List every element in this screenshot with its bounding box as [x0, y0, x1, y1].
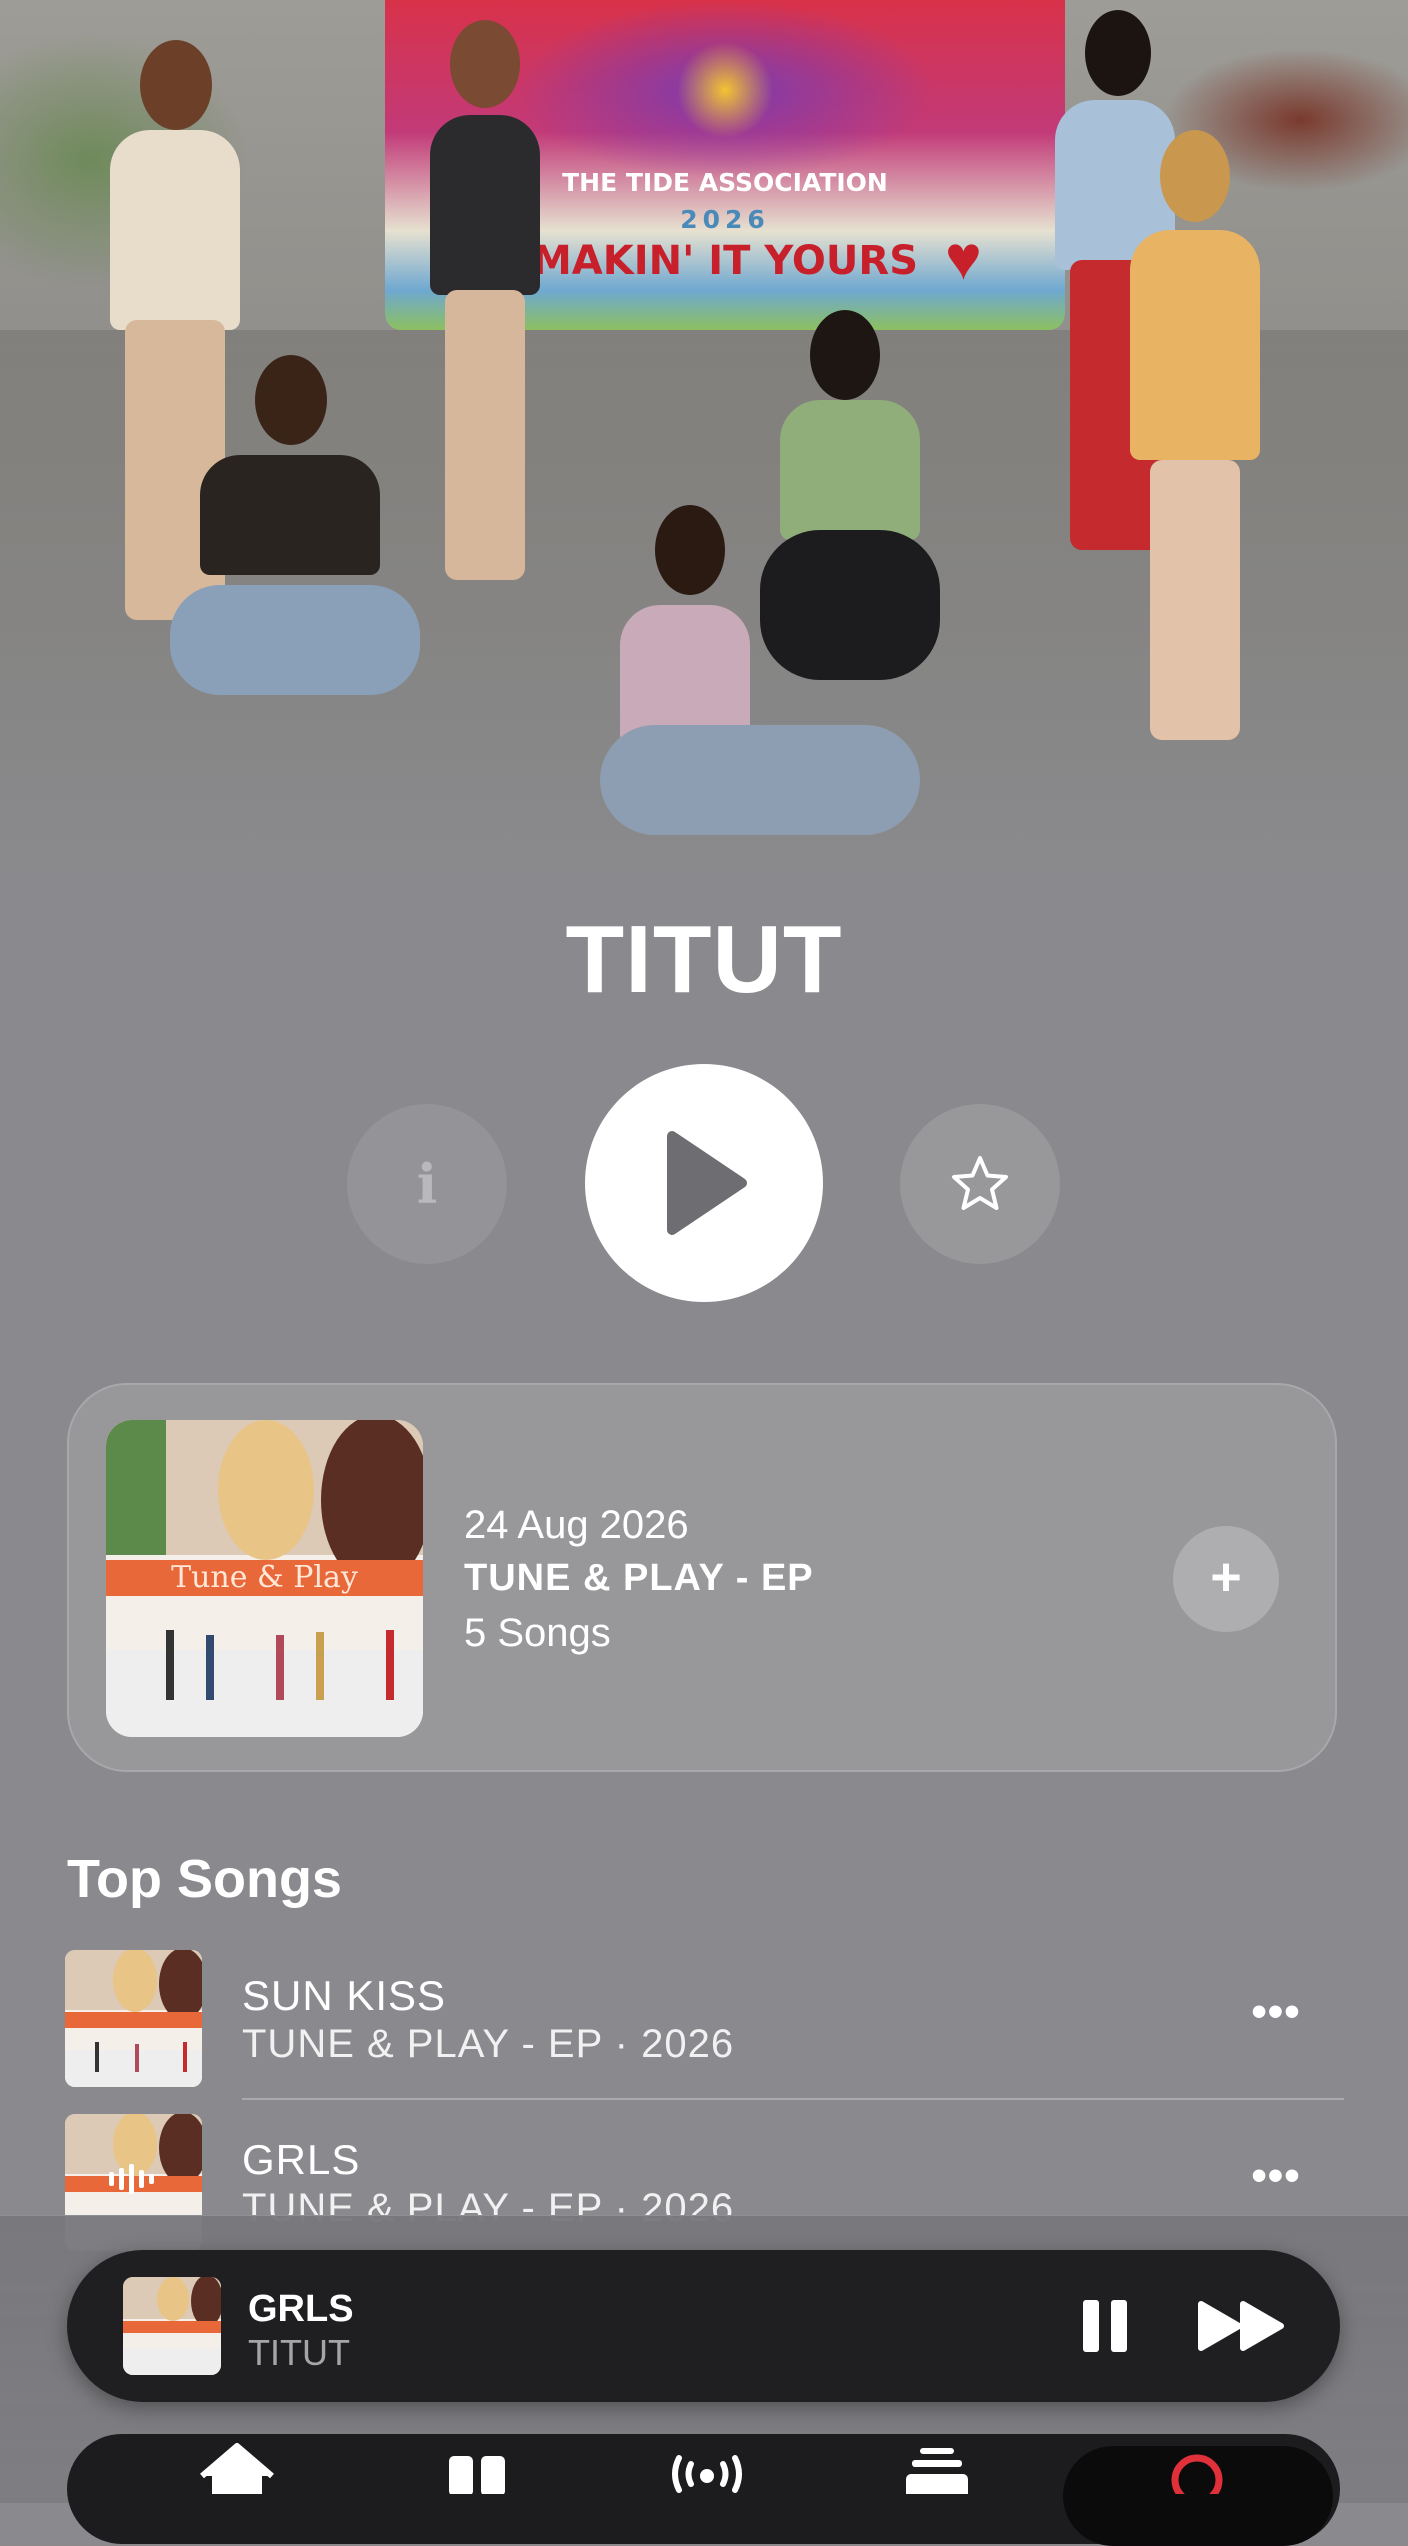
- hero-member-7: [1100, 130, 1280, 750]
- tab-new[interactable]: [397, 2434, 557, 2544]
- radio-icon: [672, 2455, 742, 2493]
- release-title: TUNE & PLAY - EP: [464, 1557, 814, 1599]
- plus-icon: +: [1210, 1547, 1242, 1607]
- fast-forward-icon: [1198, 2301, 1284, 2351]
- tab-home[interactable]: [157, 2434, 317, 2544]
- now-playing-title: GRLS: [248, 2288, 354, 2330]
- pause-icon: [1083, 2300, 1127, 2352]
- tab-radio[interactable]: [627, 2434, 787, 2544]
- release-song-count: 5 Songs: [464, 1611, 611, 1655]
- play-icon: [667, 1131, 747, 1235]
- now-playing-artist: TITUT: [248, 2332, 350, 2373]
- song-subtitle: TUNE & PLAY - EP · 2026: [242, 2022, 735, 2066]
- artist-name: TITUT: [565, 906, 843, 1013]
- latest-release-card[interactable]: Tune & Play 24 Aug 2026 TUNE & PLAY - EP…: [67, 1383, 1337, 1772]
- hero-member-2: [400, 20, 570, 580]
- song-more-button[interactable]: •••: [1241, 2154, 1311, 2198]
- mini-player[interactable]: GRLS TITUT: [67, 2250, 1340, 2402]
- star-icon: [952, 1156, 1008, 1210]
- pause-button[interactable]: [1073, 2294, 1137, 2358]
- tab-library[interactable]: [857, 2434, 1017, 2544]
- artist-hero-image: THE TIDE ASSOCIATION 2026 MAKIN' IT YOUR…: [0, 0, 1408, 900]
- song-title: SUN KISS: [242, 1972, 447, 2019]
- release-artwork: Tune & Play: [106, 1420, 423, 1737]
- play-button[interactable]: [585, 1064, 823, 1302]
- hero-member-5: [600, 505, 930, 905]
- release-date: 24 Aug 2026: [464, 1503, 689, 1547]
- banner-heart-icon: ♥: [945, 224, 982, 293]
- song-title: GRLS: [242, 2136, 361, 2183]
- tab-search[interactable]: [1117, 2434, 1277, 2544]
- add-release-button[interactable]: +: [1173, 1526, 1279, 1632]
- search-icon: [1171, 2454, 1223, 2494]
- home-icon: [200, 2443, 274, 2494]
- song-artwork: [65, 1950, 202, 2087]
- now-playing-artwork: [123, 2277, 221, 2375]
- tab-bar: [67, 2434, 1340, 2546]
- release-artwork-text: Tune & Play: [171, 1560, 358, 1595]
- library-icon: [906, 2448, 968, 2494]
- fast-forward-button[interactable]: [1193, 2294, 1293, 2358]
- new-icon: [449, 2456, 505, 2494]
- info-icon: i: [416, 1152, 438, 1216]
- info-button[interactable]: i: [347, 1104, 507, 1264]
- song-more-button[interactable]: •••: [1241, 1990, 1311, 2034]
- favorite-button[interactable]: [900, 1104, 1060, 1264]
- hero-member-3: [170, 355, 420, 745]
- song-row-sun-kiss[interactable]: SUN KISS TUNE & PLAY - EP · 2026 •••: [65, 1950, 1345, 2100]
- song-divider: [242, 2098, 1344, 2100]
- top-songs-heading[interactable]: Top Songs: [67, 1848, 342, 1910]
